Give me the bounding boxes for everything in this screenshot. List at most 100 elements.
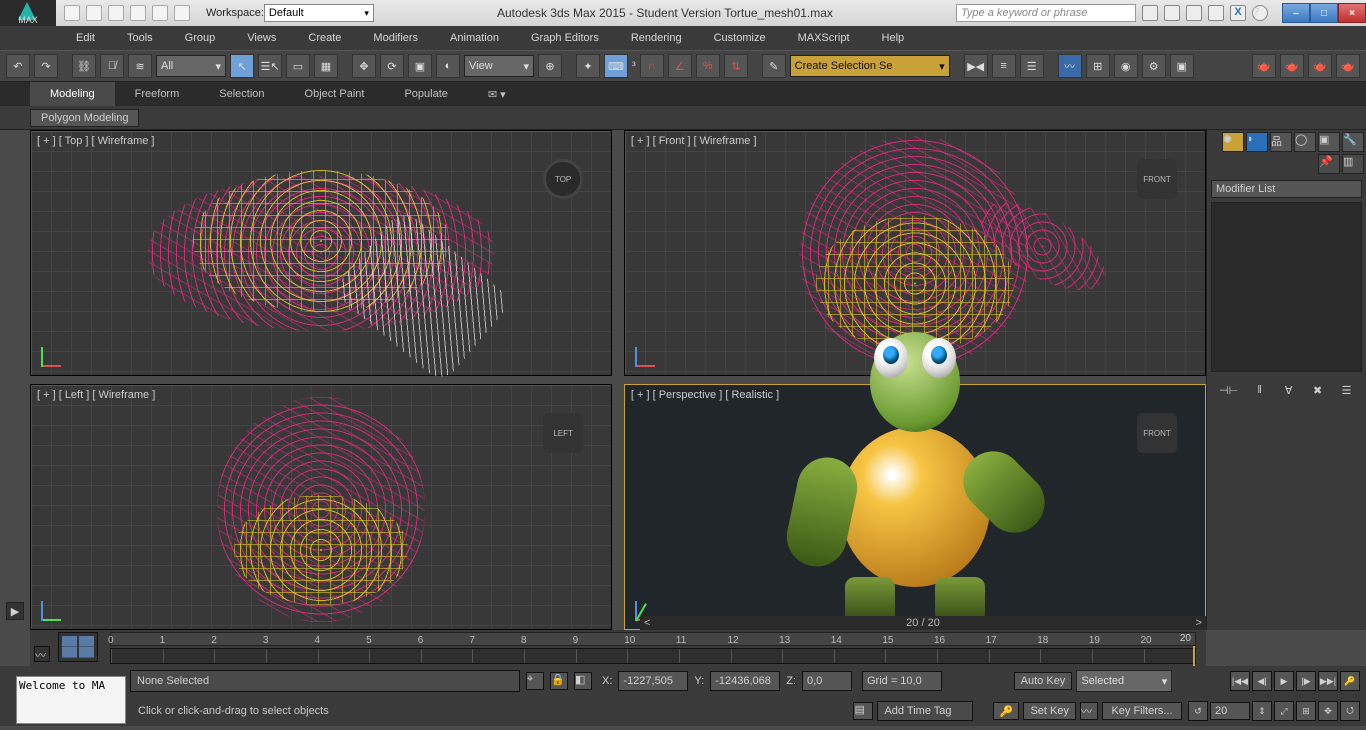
selection-filter-combo[interactable]: All (156, 55, 226, 77)
goto-end-button[interactable]: ▶▶| (1318, 671, 1338, 691)
hscroll-right-icon[interactable]: > (1196, 617, 1202, 629)
coord-z-field[interactable]: 0,0 (802, 671, 852, 691)
mini-curve-editor-button[interactable]: 〰 (34, 646, 50, 662)
schematic-view-button[interactable]: ⊞ (1086, 54, 1110, 78)
unlink-button[interactable]: ⛓̸ (100, 54, 124, 78)
undo-button[interactable]: ↶ (6, 54, 30, 78)
cmdpanel-tab-motion-icon[interactable]: ◯ (1294, 132, 1316, 152)
app-menu-button[interactable]: MAX (0, 0, 56, 26)
spinner-up-down-icon[interactable]: ⇕ (1252, 701, 1272, 721)
viewcube-persp[interactable]: FRONT (1137, 413, 1177, 453)
cmdpanel-pin-icon[interactable]: 📌 (1318, 154, 1340, 174)
tab-objectpaint[interactable]: Object Paint (285, 82, 385, 106)
stack-pin-icon[interactable]: ⊣⊢ (1219, 382, 1238, 398)
curve-editor-button[interactable]: 〰 (1058, 54, 1082, 78)
time-tag-icon[interactable]: ▤ (853, 702, 873, 720)
help-icon[interactable]: ? (1252, 5, 1268, 21)
menu-rendering[interactable]: Rendering (615, 26, 698, 50)
viewport-top-label[interactable]: [ + ] [ Top ] [ Wireframe ] (37, 135, 154, 147)
viewport-expand-button[interactable]: ▶ (6, 602, 24, 620)
qat-redo-icon[interactable] (152, 5, 168, 21)
set-key-big-icon[interactable]: 🔑 (993, 702, 1019, 720)
qat-link-icon[interactable] (174, 5, 190, 21)
selection-lock-icon[interactable]: ⌖ (526, 672, 544, 690)
tab-selection[interactable]: Selection (199, 82, 284, 106)
key-mode-icon[interactable]: 🔑 (1340, 671, 1360, 691)
key-filters-selected-combo[interactable]: Selected (1076, 670, 1172, 692)
infocenter-search-input[interactable]: Type a keyword or phrase (956, 4, 1136, 22)
viewcube-top[interactable]: TOP (543, 159, 583, 199)
lock-toggle-icon[interactable]: 🔒 (550, 672, 568, 690)
menu-group[interactable]: Group (169, 26, 232, 50)
placement-button[interactable]: ◐ (436, 54, 460, 78)
percent-snap-button[interactable]: % (696, 54, 720, 78)
mirror-button[interactable]: ▶◀ (964, 54, 988, 78)
menu-grapheditors[interactable]: Graph Editors (515, 26, 615, 50)
coord-x-field[interactable]: -1227,505 (618, 671, 688, 691)
menu-tools[interactable]: Tools (111, 26, 169, 50)
teapot2-icon[interactable]: 🫖 (1280, 54, 1304, 78)
nav-orbit-icon[interactable]: ⭯ (1340, 701, 1360, 721)
prev-frame-button[interactable]: ◀| (1252, 671, 1272, 691)
render-setup-button[interactable]: ⚙ (1142, 54, 1166, 78)
time-config-loop-icon[interactable]: ↺ (1188, 701, 1208, 721)
next-frame-button[interactable]: |▶ (1296, 671, 1316, 691)
menu-customize[interactable]: Customize (698, 26, 782, 50)
add-time-tag-field[interactable]: Add Time Tag (877, 701, 973, 721)
viewport-top[interactable]: [ + ] [ Top ] [ Wireframe ] TOP (30, 130, 612, 376)
manipulate-button[interactable]: ✦ (576, 54, 600, 78)
stack-unique-icon[interactable]: ∀ (1281, 382, 1296, 398)
cmdpanel-tab-hierarchy-icon[interactable]: 品 (1270, 132, 1292, 152)
current-frame-field[interactable]: 20 (1210, 702, 1250, 720)
ref-coord-combo[interactable]: View (464, 55, 534, 77)
modifier-stack[interactable] (1211, 202, 1362, 372)
tab-freeform[interactable]: Freeform (115, 82, 200, 106)
align-button[interactable]: ≡ (992, 54, 1016, 78)
viewport-front-label[interactable]: [ + ] [ Front ] [ Wireframe ] (631, 135, 757, 147)
menu-modifiers[interactable]: Modifiers (357, 26, 434, 50)
time-slider[interactable]: 20 (110, 632, 1196, 646)
angle-snap-button[interactable]: ∠ (668, 54, 692, 78)
material-editor-button[interactable]: ◉ (1114, 54, 1138, 78)
autodesk-x-icon[interactable]: X (1230, 5, 1246, 21)
select-region-rect-button[interactable]: ▭ (286, 54, 310, 78)
cmdpanel-tab-modify-icon[interactable]: ◗ (1246, 132, 1268, 152)
cmdpanel-tab-utilities-icon[interactable]: 🔧 (1342, 132, 1364, 152)
select-by-name-button[interactable]: ☰↖ (258, 54, 282, 78)
named-selection-combo[interactable]: Create Selection Se (790, 55, 950, 77)
ribbon-mail-icon[interactable]: ✉ ▾ (468, 82, 526, 106)
window-minimize-button[interactable]: – (1282, 3, 1310, 23)
keyboard-shortcut-override-button[interactable]: ⌨ (604, 54, 628, 78)
qat-save-icon[interactable] (108, 5, 124, 21)
spinner-snap-button[interactable]: ⇅ (724, 54, 748, 78)
redo-button[interactable]: ↷ (34, 54, 58, 78)
qat-open-icon[interactable] (86, 5, 102, 21)
cmdpanel-tab-create-icon[interactable]: ✺ (1222, 132, 1244, 152)
subscription-key-icon[interactable] (1164, 5, 1180, 21)
key-tangent-icon[interactable]: 〰 (1080, 702, 1098, 720)
viewport-persp-label[interactable]: [ + ] [ Perspective ] [ Realistic ] (631, 389, 779, 401)
link-button[interactable]: ⛓ (72, 54, 96, 78)
play-button[interactable]: ▶ (1274, 671, 1294, 691)
bind-spacewarp-button[interactable]: ≋ (128, 54, 152, 78)
panel-polygon-modeling[interactable]: Polygon Modeling (30, 109, 139, 127)
isolate-toggle-icon[interactable]: ◧ (574, 672, 592, 690)
viewport-left[interactable]: [ + ] [ Left ] [ Wireframe ] LEFT (30, 384, 612, 630)
menu-create[interactable]: Create (292, 26, 357, 50)
key-filters-button[interactable]: Key Filters... (1102, 702, 1182, 720)
pivot-center-button[interactable]: ⊕ (538, 54, 562, 78)
menu-maxscript[interactable]: MAXScript (782, 26, 866, 50)
layers-button[interactable]: ☰ (1020, 54, 1044, 78)
stack-config-icon[interactable]: ☰ (1339, 382, 1354, 398)
nav-zoom-icon[interactable]: ⤢ (1274, 701, 1294, 721)
viewport-layout-button[interactable] (58, 632, 98, 662)
qat-new-icon[interactable] (64, 5, 80, 21)
infocenter-search-icon[interactable] (1142, 5, 1158, 21)
teapot1-icon[interactable]: 🫖 (1252, 54, 1276, 78)
stack-remove-icon[interactable]: ✖ (1310, 382, 1325, 398)
menu-help[interactable]: Help (866, 26, 921, 50)
viewport-left-label[interactable]: [ + ] [ Left ] [ Wireframe ] (37, 389, 155, 401)
teapot3-icon[interactable]: 🫖 (1308, 54, 1332, 78)
cmdpanel-tab-display-icon[interactable]: ▣ (1318, 132, 1340, 152)
rotate-button[interactable]: ⟳ (380, 54, 404, 78)
